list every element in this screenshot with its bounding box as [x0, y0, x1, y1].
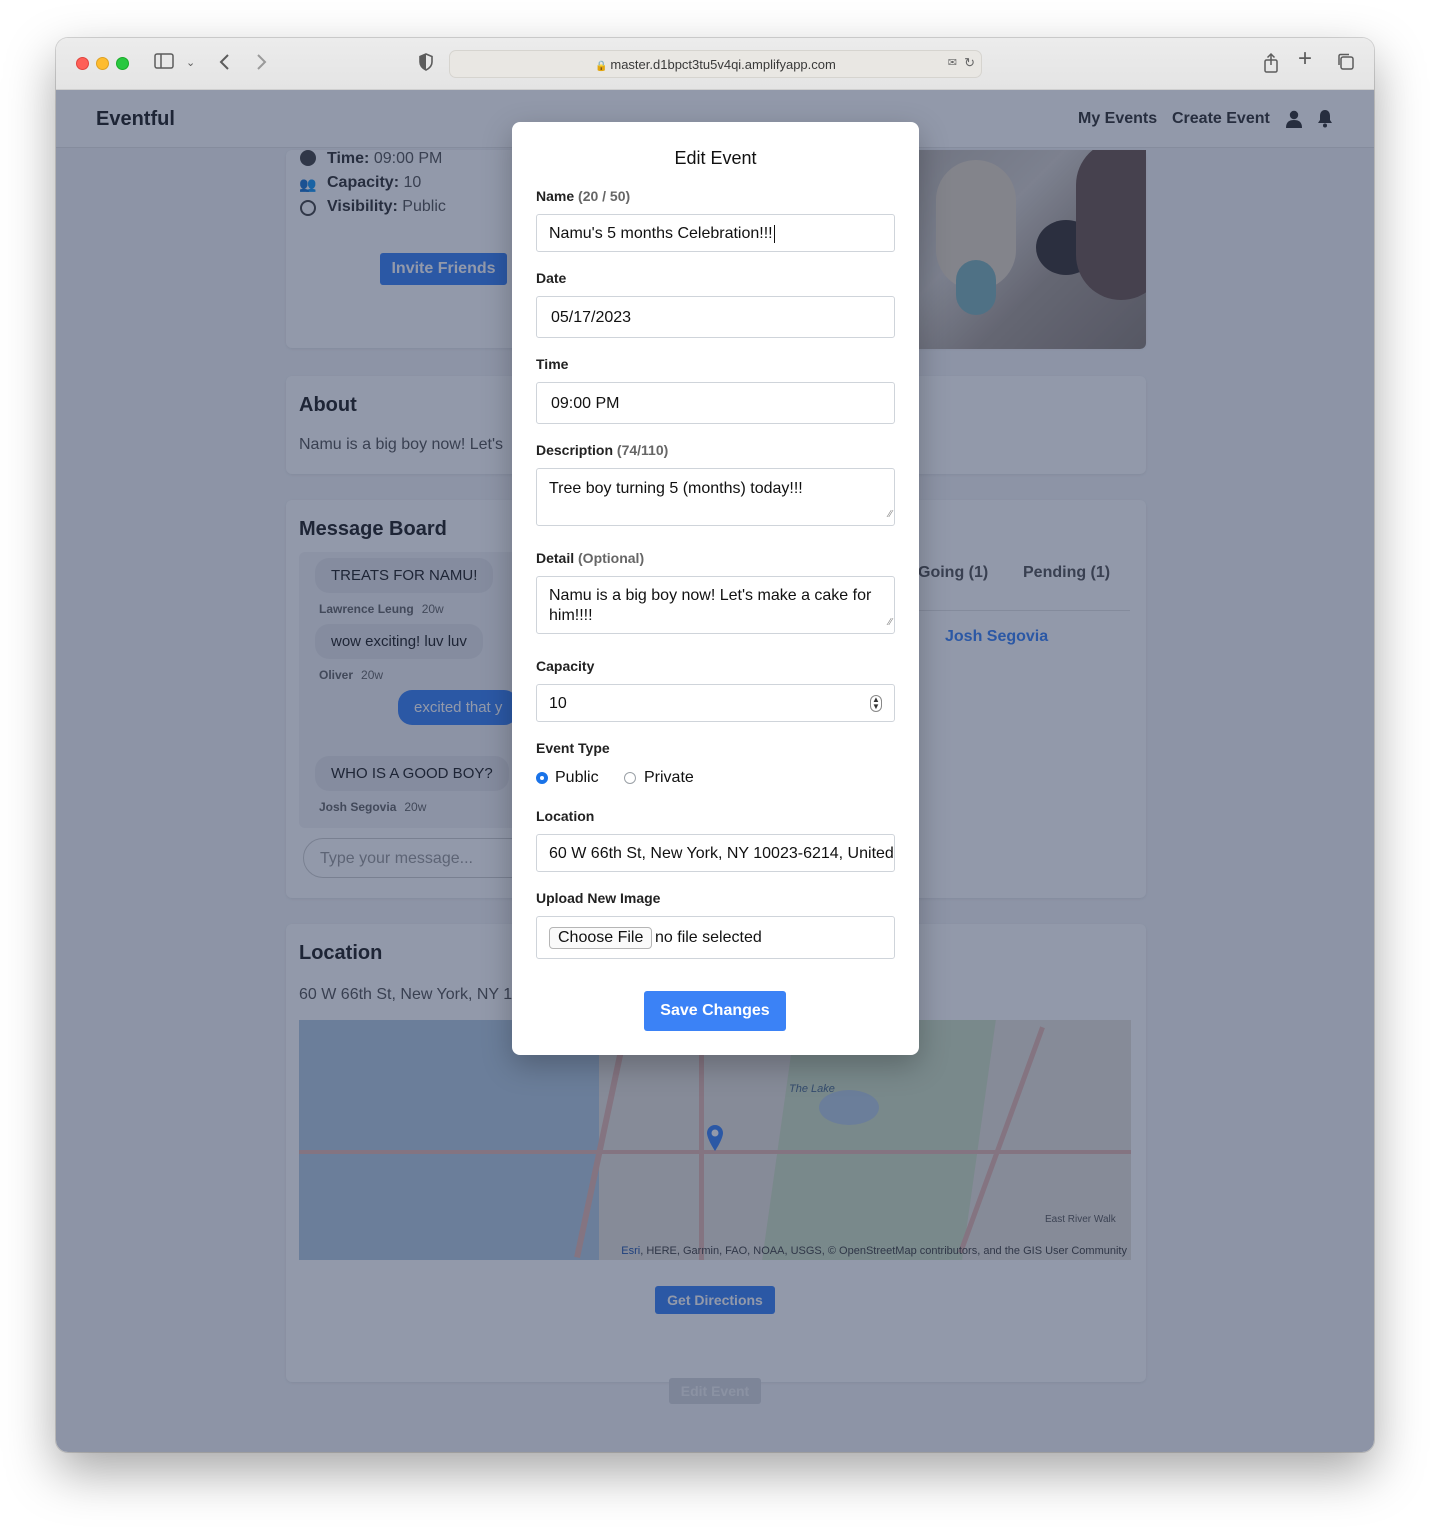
browser-window: ⌄ 🔒 master.d1bpct3tu5v4qi.amplifyapp.com…	[56, 38, 1374, 1452]
date-input[interactable]: 05/17/2023	[536, 296, 895, 338]
upload-image-label: Upload New Image	[536, 890, 661, 906]
text-cursor	[773, 224, 775, 243]
name-char-count: (20 / 50)	[578, 188, 631, 204]
page-content: Eventful My Events Create Event Time: 09…	[56, 90, 1374, 1452]
capacity-label: Capacity	[536, 658, 595, 674]
description-char-count: (74/110)	[616, 442, 669, 458]
number-stepper-icon[interactable]: ▲ ▼	[870, 695, 882, 712]
back-icon[interactable]	[218, 52, 232, 77]
file-input[interactable]: Choose File no file selected	[536, 916, 895, 959]
event-type-label: Event Type	[536, 740, 610, 756]
browser-toolbar: ⌄ 🔒 master.d1bpct3tu5v4qi.amplifyapp.com…	[56, 38, 1374, 90]
name-label: Name (20 / 50)	[536, 188, 631, 204]
minimize-window-button[interactable]	[96, 57, 109, 70]
url-text: master.d1bpct3tu5v4qi.amplifyapp.com	[610, 57, 836, 72]
description-textarea[interactable]: Tree boy turning 5 (months) today!!! ∕∕	[536, 468, 895, 526]
public-radio[interactable]	[536, 772, 548, 784]
chevron-down-icon[interactable]: ⌄	[186, 52, 195, 74]
share-icon[interactable]	[1262, 52, 1280, 79]
zoom-window-button[interactable]	[116, 57, 129, 70]
edit-event-modal: Edit Event Name (20 / 50) Namu's 5 month…	[512, 122, 919, 1055]
sidebar-toggle-icon[interactable]	[154, 52, 174, 75]
location-input[interactable]: 60 W 66th St, New York, NY 10023-6214, U…	[536, 834, 895, 872]
address-bar[interactable]: 🔒 master.d1bpct3tu5v4qi.amplifyapp.com ✉…	[449, 50, 982, 78]
lock-icon: 🔒	[595, 61, 611, 72]
private-radio-label[interactable]: Private	[644, 769, 694, 787]
choose-file-button[interactable]: Choose File	[549, 927, 653, 949]
forward-icon[interactable]	[254, 52, 268, 77]
modal-title: Edit Event	[674, 148, 757, 168]
date-label: Date	[536, 270, 567, 286]
time-label: Time	[536, 356, 569, 372]
file-status: no file selected	[655, 929, 762, 946]
detail-optional-hint: (Optional)	[578, 550, 645, 566]
detail-textarea[interactable]: Namu is a big boy now! Let's make a cake…	[536, 576, 895, 634]
capacity-input[interactable]: 10 ▲ ▼	[536, 684, 895, 722]
reload-icon[interactable]: ↻	[964, 55, 975, 71]
name-input[interactable]: Namu's 5 months Celebration!!!	[536, 214, 895, 252]
save-changes-button[interactable]: Save Changes	[644, 991, 786, 1031]
resize-handle-icon[interactable]: ∕∕	[889, 613, 892, 633]
tabs-overview-icon[interactable]	[1336, 52, 1356, 77]
description-label: Description (74/110)	[536, 442, 669, 458]
translate-icon[interactable]: ✉	[948, 56, 957, 69]
close-window-button[interactable]	[76, 57, 89, 70]
private-radio[interactable]	[624, 772, 636, 784]
location-label: Location	[536, 808, 595, 824]
detail-label: Detail (Optional)	[536, 550, 645, 566]
public-radio-label[interactable]: Public	[555, 769, 599, 787]
time-input[interactable]: 09:00 PM	[536, 382, 895, 424]
privacy-shield-icon[interactable]	[418, 52, 434, 77]
resize-handle-icon[interactable]: ∕∕	[889, 505, 892, 525]
new-tab-icon[interactable]: +	[1298, 47, 1312, 71]
